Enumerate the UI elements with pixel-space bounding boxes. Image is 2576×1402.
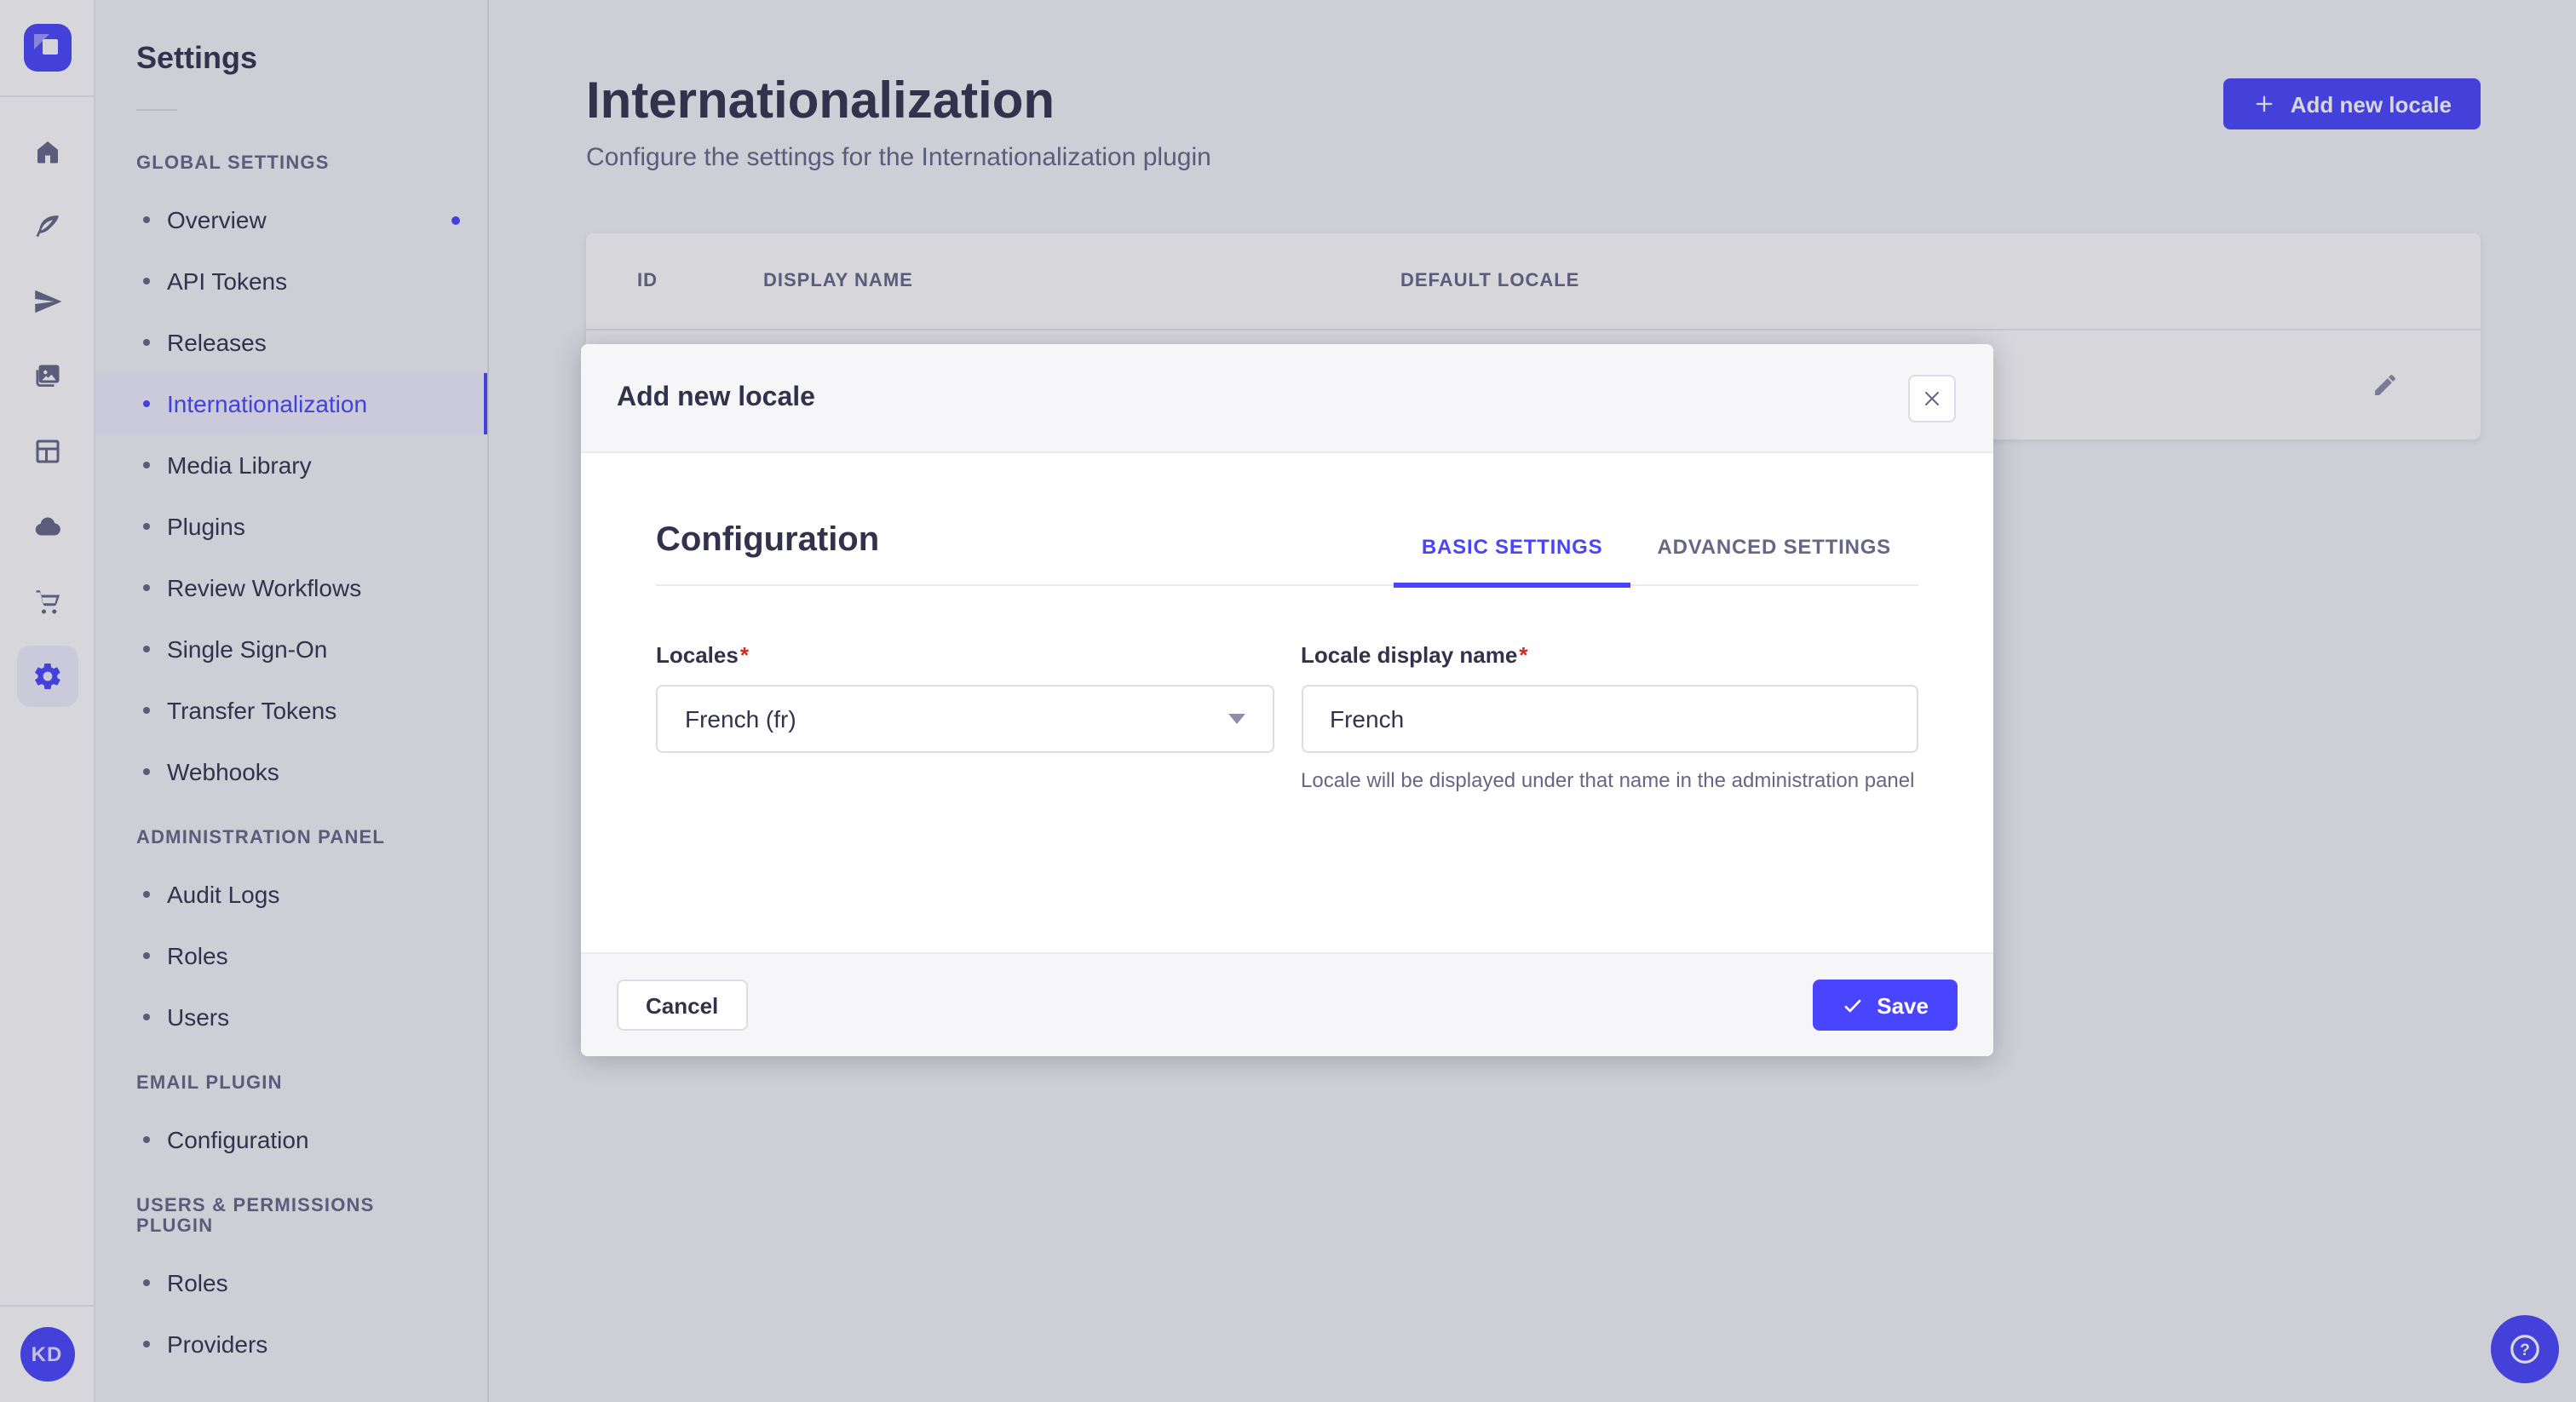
- display-name-hint: Locale will be displayed under that name…: [1301, 768, 1915, 792]
- chevron-down-icon: [1228, 714, 1245, 724]
- required-asterisk: *: [1519, 642, 1528, 668]
- display-name-label: Locale display name *: [1301, 642, 1528, 668]
- app-root: KD Settings GLOBAL SETTINGS Overview API…: [0, 0, 2576, 1402]
- locales-label: Locales *: [656, 642, 749, 668]
- add-locale-modal: Add new locale Configuration BASIC SETTI…: [581, 344, 1993, 1056]
- save-button[interactable]: Save: [1812, 980, 1958, 1031]
- modal-footer: Cancel Save: [581, 952, 1993, 1056]
- required-asterisk: *: [739, 642, 749, 668]
- cancel-button[interactable]: Cancel: [617, 980, 748, 1031]
- locales-select[interactable]: French (fr): [656, 685, 1274, 753]
- modal-title: Add new locale: [617, 382, 815, 411]
- tab-advanced-settings[interactable]: ADVANCED SETTINGS: [1630, 525, 1918, 584]
- locales-field: Locales * French (fr): [656, 641, 1274, 794]
- display-name-field: Locale display name* Locale will be disp…: [1301, 641, 1918, 794]
- locales-select-value: French (fr): [685, 705, 796, 733]
- settings-tabs: BASIC SETTINGS ADVANCED SETTINGS: [1394, 525, 1918, 588]
- check-icon: [1843, 998, 1860, 1012]
- close-icon: [1925, 391, 1939, 405]
- configuration-heading: Configuration: [656, 521, 880, 559]
- modal-body: Configuration BASIC SETTINGS ADVANCED SE…: [581, 453, 1993, 952]
- modal-header: Add new locale: [581, 344, 1993, 453]
- tab-basic-settings[interactable]: BASIC SETTINGS: [1394, 525, 1631, 588]
- close-button[interactable]: [1908, 374, 1956, 422]
- display-name-input[interactable]: [1301, 685, 1918, 753]
